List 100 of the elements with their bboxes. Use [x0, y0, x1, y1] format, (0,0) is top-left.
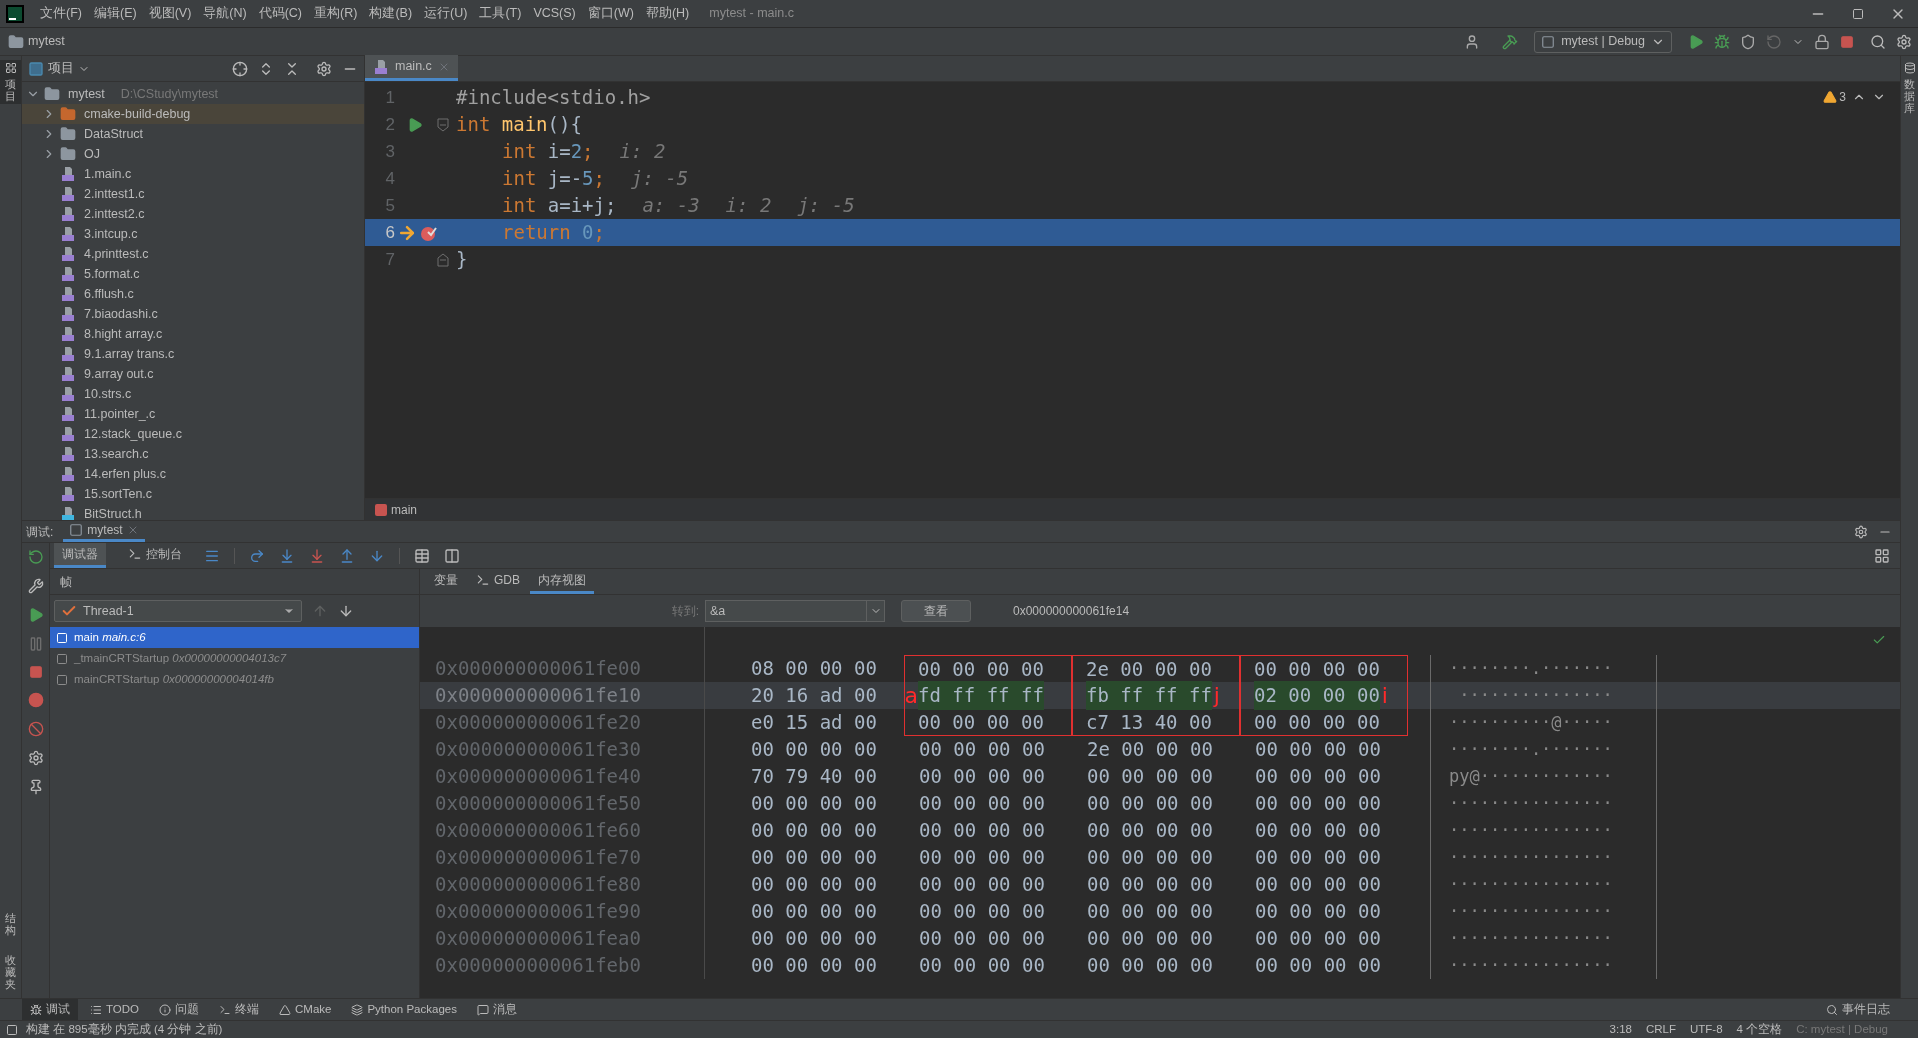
tree-item[interactable]: mytest D:\CStudy\mytest — [22, 84, 364, 104]
settings-icon[interactable] — [27, 750, 44, 766]
restore-icon[interactable] — [1852, 7, 1864, 20]
menu-item[interactable]: VCS(S) — [527, 4, 582, 23]
settings-icon[interactable] — [1854, 524, 1868, 539]
event-log-button[interactable]: 事件日志 — [1826, 1000, 1890, 1019]
side-tab[interactable]: 结构 — [5, 911, 16, 936]
status-item[interactable]: CRLF — [1645, 1020, 1676, 1038]
columns-icon[interactable] — [444, 547, 460, 564]
tree-item[interactable]: 2.inttest2.c — [22, 204, 364, 224]
tool-window-tab[interactable]: Python Packages — [343, 999, 465, 1020]
tree-item[interactable]: 13.search.c — [22, 444, 364, 464]
rerun-icon[interactable] — [27, 549, 44, 565]
breadcrumb-project[interactable]: mytest — [28, 32, 65, 51]
step-into-icon[interactable] — [279, 547, 295, 564]
tool-window-tab[interactable]: 调试 — [22, 999, 78, 1020]
panel-title[interactable]: 项目 — [48, 59, 74, 78]
tree-item[interactable]: BitStruct.h — [22, 504, 364, 520]
frame-item[interactable]: _tmainCRTStartup 0x00000000004013c7 — [50, 648, 419, 669]
run-icon[interactable] — [407, 116, 423, 133]
breakpoints-icon[interactable] — [27, 692, 44, 708]
wrench-icon[interactable] — [27, 578, 44, 594]
tree-item[interactable]: 14.erfen plus.c — [22, 464, 364, 484]
panel-icon[interactable] — [4, 62, 17, 74]
editor-tab[interactable]: main.c — [365, 55, 458, 81]
fold-icon[interactable] — [437, 117, 449, 132]
folder-icon — [60, 106, 76, 122]
layout-icon[interactable] — [1874, 547, 1890, 564]
run-config-dropdown[interactable]: mytest | Debug — [1534, 30, 1672, 53]
settings-icon[interactable] — [316, 60, 332, 77]
run-icon[interactable] — [1688, 33, 1704, 50]
todo-icon — [90, 1003, 102, 1016]
tree-item[interactable]: 2.inttest1.c — [22, 184, 364, 204]
locate-icon[interactable] — [232, 60, 248, 77]
mute-breakpoints-icon[interactable] — [27, 721, 44, 737]
tree-item[interactable]: 15.sortTen.c — [22, 484, 364, 504]
tree-item[interactable]: DataStruct — [22, 124, 364, 144]
tree-item[interactable]: 11.pointer_.c — [22, 404, 364, 424]
tree-item[interactable]: 3.intcup.c — [22, 224, 364, 244]
debug-icon[interactable] — [1714, 33, 1730, 50]
menu-item[interactable]: 工具(T) — [473, 4, 528, 23]
menu-item[interactable]: 窗口(W) — [581, 4, 640, 23]
force-step-into-icon[interactable] — [309, 547, 325, 564]
layout-toggle-icon[interactable] — [6, 1023, 18, 1036]
menu-item[interactable]: 重构(R) — [308, 4, 364, 23]
tool-window-tab[interactable]: CMake — [271, 999, 340, 1020]
fold-icon[interactable] — [437, 252, 449, 267]
menu-item[interactable]: 导航(N) — [197, 4, 253, 23]
warning-icon[interactable] — [1823, 90, 1838, 104]
status-item[interactable]: 4 个空格 — [1736, 1020, 1783, 1038]
tree-item[interactable]: cmake-build-debug — [22, 104, 364, 124]
tree-item[interactable]: 10.strs.c — [22, 384, 364, 404]
menu-item[interactable]: 编辑(E) — [87, 4, 143, 23]
tree-item[interactable]: OJ — [22, 144, 364, 164]
tree-item[interactable]: 5.format.c — [22, 264, 364, 284]
tree-item[interactable]: 4.printtest.c — [22, 244, 364, 264]
warning-count[interactable]: 3 — [1839, 88, 1846, 106]
tree-item[interactable]: 8.hight array.c — [22, 324, 364, 344]
tree-item[interactable]: 7.biaodashi.c — [22, 304, 364, 324]
stop-icon[interactable] — [1840, 34, 1854, 49]
frame-item[interactable]: main main.c:6 — [50, 627, 419, 648]
side-tab[interactable]: 数据库 — [1904, 78, 1915, 115]
tree-item[interactable]: 6.fflush.c — [22, 284, 364, 304]
status-item[interactable]: UTF-8 — [1690, 1020, 1723, 1038]
side-tab[interactable]: 收藏夹 — [5, 953, 16, 990]
menu-item[interactable]: 代码(C) — [252, 4, 309, 23]
tree-item[interactable]: 12.stack_queue.c — [22, 424, 364, 444]
stop-icon[interactable] — [28, 665, 43, 679]
tool-window-tab[interactable]: 问题 — [151, 999, 207, 1020]
status-item[interactable]: 3:18 — [1609, 1020, 1632, 1038]
database-icon[interactable] — [1903, 62, 1916, 74]
menu-item[interactable]: 运行(U) — [418, 4, 474, 23]
breadcrumb-item[interactable]: main — [391, 500, 417, 519]
settings-icon[interactable] — [1896, 33, 1912, 50]
build-icon[interactable] — [1502, 33, 1519, 50]
thread-dropdown[interactable]: Thread-1 — [54, 600, 302, 622]
view-tab[interactable]: 变量 — [426, 569, 466, 594]
menu-item[interactable]: 帮助(H) — [639, 4, 696, 23]
tool-window-tab[interactable]: 消息 — [468, 999, 525, 1020]
table-icon[interactable] — [414, 547, 430, 564]
view-tab[interactable]: 内存视图 — [530, 569, 594, 594]
step-out-icon[interactable] — [339, 547, 355, 564]
debugger-tab[interactable]: 控制台 — [120, 543, 190, 568]
tree-item[interactable]: 9.array out.c — [22, 364, 364, 384]
down-icon[interactable] — [338, 603, 354, 619]
step-over-icon[interactable] — [249, 547, 265, 564]
frame-item[interactable]: mainCRTStartup 0x00000000004014fb — [50, 669, 419, 690]
menu-item[interactable]: 文件(F) — [34, 4, 88, 23]
tree-item[interactable]: 1.main.c — [22, 164, 364, 184]
tree-item[interactable]: 9.1.array trans.c — [22, 344, 364, 364]
memory-bytes: 00 00 00 00 — [1086, 899, 1214, 925]
debugger-tab[interactable]: 调试器 — [54, 543, 106, 568]
tool-window-tab[interactable]: TODO — [82, 999, 147, 1020]
menu-item[interactable]: 视图(V) — [142, 4, 198, 23]
view-tab[interactable]: GDB — [468, 569, 528, 594]
menu-item[interactable]: 构建(B) — [363, 4, 419, 23]
view-button[interactable]: 查看 — [901, 600, 971, 622]
search-icon[interactable] — [1870, 33, 1886, 50]
tool-window-tab[interactable]: 终端 — [211, 999, 267, 1020]
goto-field[interactable]: &a — [705, 600, 885, 622]
